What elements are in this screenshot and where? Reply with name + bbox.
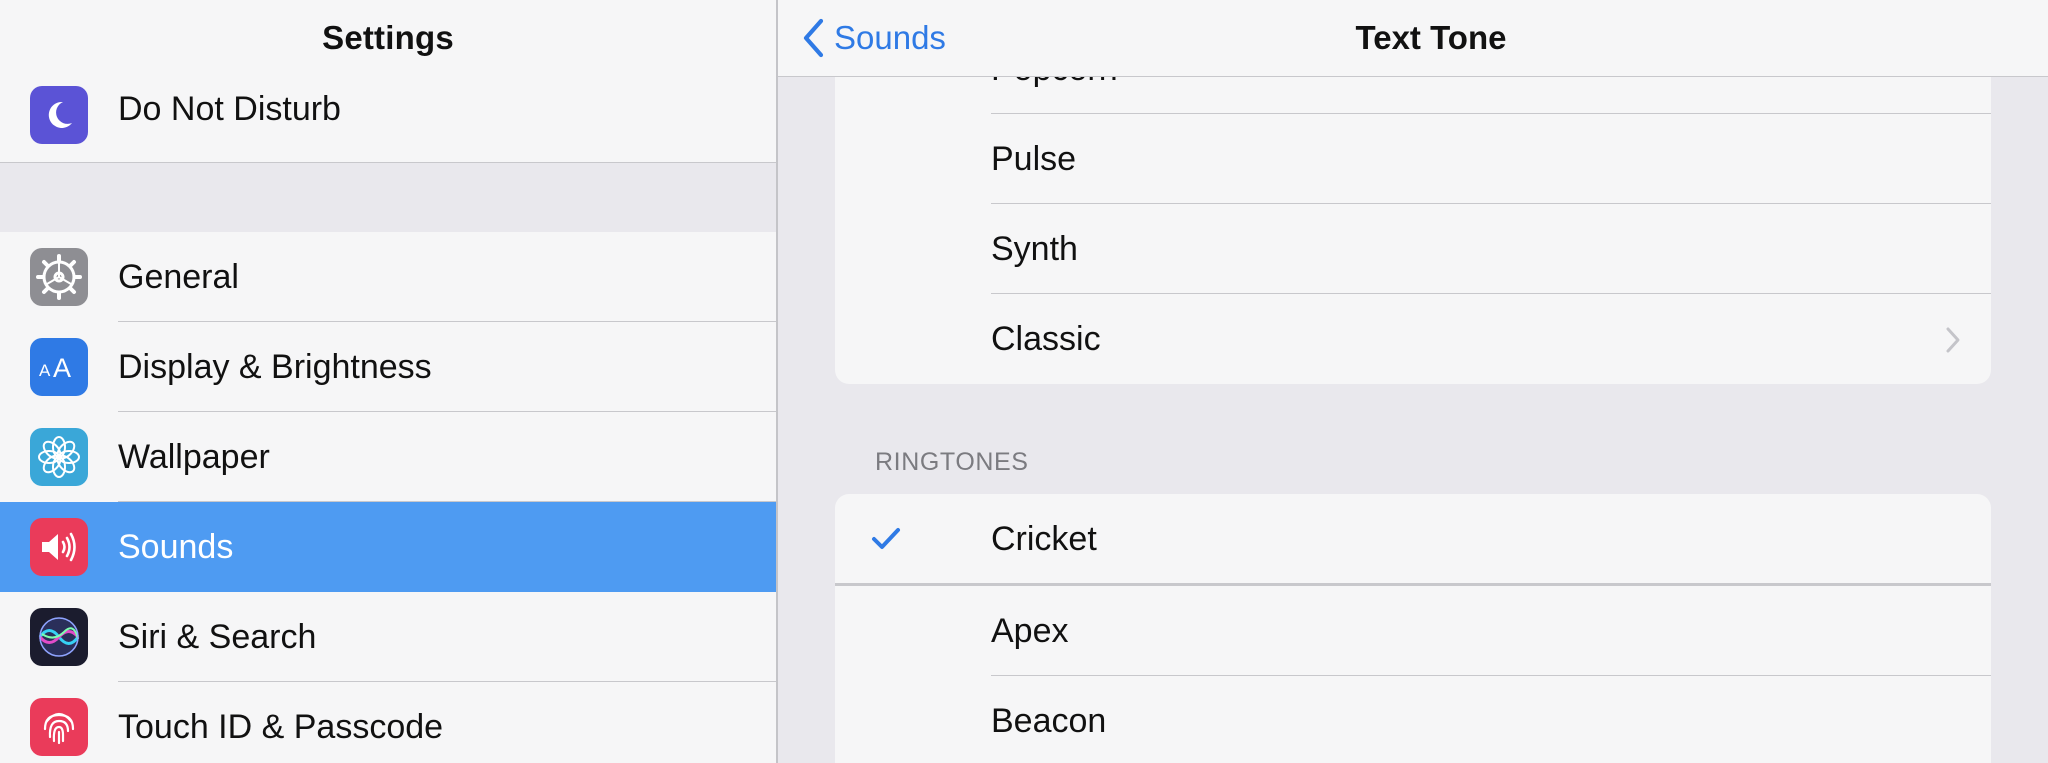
sidebar-item-wallpaper[interactable]: Wallpaper bbox=[0, 412, 776, 502]
tone-name: Pulse bbox=[991, 140, 1077, 178]
moon-icon bbox=[30, 86, 88, 144]
sidebar-item-label: Do Not Disturb bbox=[118, 90, 341, 128]
sidebar-item-label: Wallpaper bbox=[118, 438, 270, 476]
svg-text:A: A bbox=[39, 361, 51, 380]
sidebar-item-display-brightness[interactable]: AA Display & Brightness bbox=[0, 322, 776, 412]
speaker-icon bbox=[30, 518, 88, 576]
list-item[interactable]: Beacon bbox=[835, 676, 1991, 763]
list-item[interactable]: Pulse bbox=[835, 114, 1991, 204]
sidebar-item-general[interactable]: General bbox=[0, 232, 776, 322]
sidebar-item-label: Siri & Search bbox=[118, 618, 317, 656]
sidebar-item-label: General bbox=[118, 258, 239, 296]
sidebar-item-siri-search[interactable]: Siri & Search bbox=[0, 592, 776, 682]
text-tone-pane: Sounds Text Tone Popcorn Pulse Synth Cla… bbox=[778, 0, 2048, 763]
page-title: Text Tone bbox=[1355, 19, 1507, 56]
tone-name: Cricket bbox=[991, 520, 1097, 558]
tone-name: Classic bbox=[991, 320, 1101, 358]
chevron-right-icon bbox=[1946, 327, 1960, 353]
checkmark-icon bbox=[872, 528, 900, 549]
flower-icon bbox=[30, 428, 88, 486]
tone-name: Synth bbox=[991, 230, 1078, 268]
sidebar-item-do-not-disturb[interactable]: Do Not Disturb bbox=[0, 72, 776, 162]
sidebar-title: Settings bbox=[322, 19, 454, 56]
siri-icon bbox=[30, 608, 88, 666]
tone-name: Apex bbox=[991, 612, 1069, 650]
ringtones-list: Cricket Apex Beacon bbox=[835, 494, 1991, 763]
list-item-selected[interactable]: Cricket bbox=[835, 494, 1991, 586]
list-item[interactable]: Apex bbox=[835, 586, 1991, 676]
detail-navbar: Sounds Text Tone bbox=[778, 0, 2048, 77]
sidebar-item-label: Sounds bbox=[118, 528, 234, 566]
sidebar-item-sounds[interactable]: Sounds bbox=[0, 502, 776, 592]
list-item[interactable]: Classic bbox=[835, 294, 1991, 384]
settings-sidebar: Settings Do Not Disturb General A A Disp… bbox=[0, 0, 778, 763]
text-size-icon: AA bbox=[30, 338, 88, 396]
sidebar-navbar: Settings bbox=[0, 0, 776, 77]
list-item[interactable]: Synth bbox=[835, 204, 1991, 294]
alert-tones-list: Popcorn Pulse Synth Classic bbox=[835, 24, 1991, 384]
section-gap bbox=[0, 162, 776, 234]
sidebar-item-touch-id-passcode[interactable]: Touch ID & Passcode bbox=[0, 682, 776, 763]
sidebar-item-label: Display & Brightness bbox=[118, 348, 432, 386]
ringtones-section-header: RINGTONES bbox=[875, 448, 1029, 476]
tone-name: Beacon bbox=[991, 702, 1107, 740]
fingerprint-icon bbox=[30, 698, 88, 756]
svg-text:A: A bbox=[53, 353, 71, 382]
sidebar-item-label: Touch ID & Passcode bbox=[118, 708, 444, 746]
gear-icon bbox=[30, 248, 88, 306]
